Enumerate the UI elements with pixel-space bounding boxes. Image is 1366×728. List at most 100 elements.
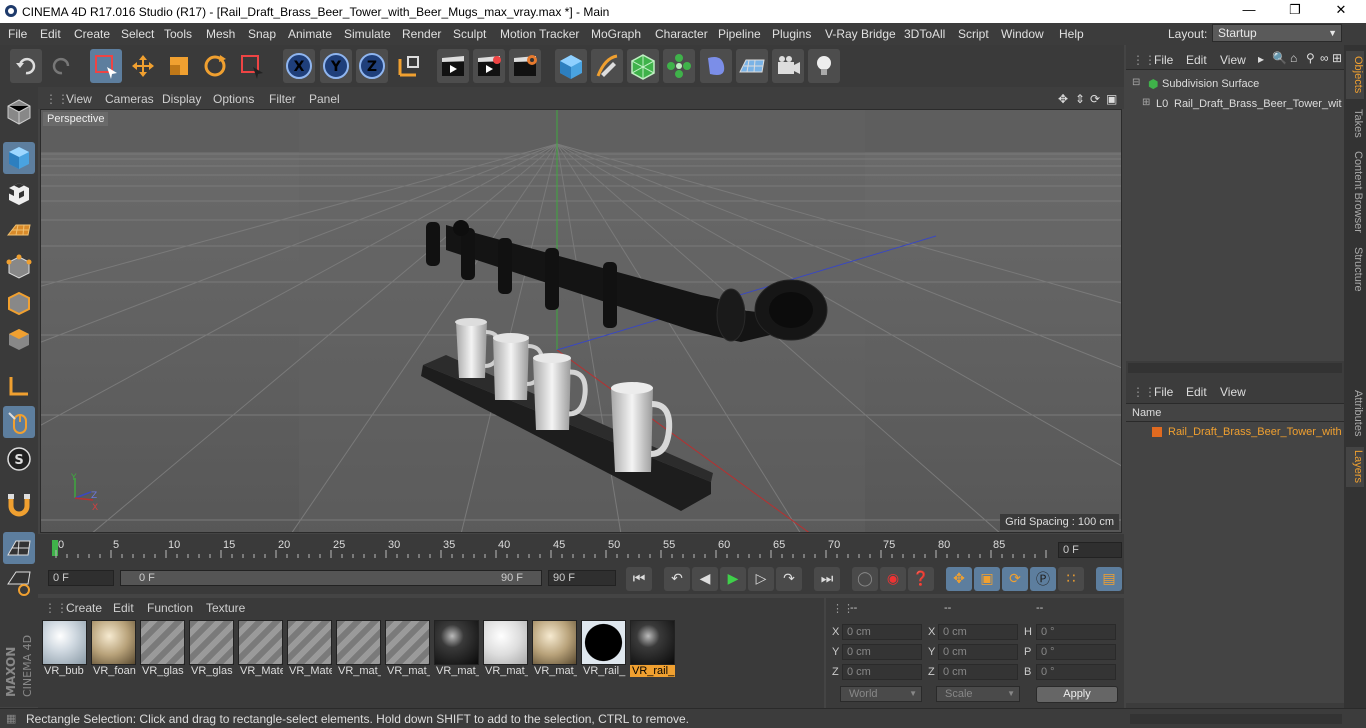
subdivision-surface-button[interactable] [627, 49, 659, 83]
keyframe-selection-button[interactable]: ❓ [908, 567, 934, 591]
timeline-window-button[interactable]: ▤ [1096, 567, 1122, 591]
menu-mesh[interactable]: Mesh [206, 27, 235, 41]
bookmark-icon[interactable]: ⚲ [1306, 51, 1315, 65]
material-swatch[interactable]: VR_mat_ [336, 620, 381, 680]
current-frame-field[interactable]: 0 F [1058, 542, 1122, 558]
menu-render[interactable]: Render [402, 27, 441, 41]
key-parameter-button[interactable]: Ⓟ [1030, 567, 1056, 591]
tab-layers[interactable]: Layers [1346, 447, 1364, 487]
position-y-field[interactable]: 0 cm [842, 644, 922, 660]
material-swatch[interactable]: VR_mat_ [434, 620, 479, 680]
scale-tool-button[interactable] [163, 49, 195, 83]
position-z-field[interactable]: 0 cm [842, 664, 922, 680]
material-swatch[interactable]: VR_glas [189, 620, 234, 680]
record-keys-button[interactable]: ◯ [852, 567, 878, 591]
next-frame-button[interactable]: ▷ [748, 567, 774, 591]
material-menu-function[interactable]: Function [147, 601, 193, 615]
menu-snap[interactable]: Snap [248, 27, 276, 41]
material-menu-edit[interactable]: Edit [113, 601, 134, 615]
make-editable-button[interactable] [3, 95, 35, 127]
end-frame-field[interactable]: 90 F [548, 570, 616, 586]
objects-menu-file[interactable]: File [1154, 53, 1173, 67]
material-swatch[interactable]: VR_rail_ [630, 620, 675, 680]
size-z-field[interactable]: 0 cm [938, 664, 1018, 680]
next-key-button[interactable]: ↷ [776, 567, 802, 591]
size-y-field[interactable]: 0 cm [938, 644, 1018, 660]
rotation-h-field[interactable]: 0 ° [1036, 624, 1116, 640]
undo-button[interactable] [10, 49, 42, 83]
axis-mode-button[interactable] [3, 370, 35, 402]
tweak-mode-button[interactable] [3, 406, 35, 438]
rectangle-selection-button[interactable] [90, 49, 122, 83]
perspective-viewport[interactable]: Y Z X Perspective Grid Spacing : 100 cm [40, 109, 1122, 533]
tab-objects[interactable]: Objects [1346, 51, 1364, 99]
menu-select[interactable]: Select [121, 27, 154, 41]
camera-label[interactable]: Perspective [43, 112, 109, 126]
material-swatch[interactable]: VR_rail_ [581, 620, 626, 680]
magnet-button[interactable] [3, 489, 35, 521]
maximize-button[interactable]: ❐ [1286, 2, 1304, 20]
layout-select[interactable]: Startup ▼ [1212, 24, 1342, 42]
viewport-rotate-icon[interactable]: ⟳ [1090, 92, 1100, 106]
texture-mode-button[interactable] [3, 178, 35, 210]
size-x-field[interactable]: 0 cm [938, 624, 1018, 640]
spline-pen-button[interactable] [591, 49, 623, 83]
viewport-menu-cameras[interactable]: Cameras [105, 92, 154, 106]
floor-button[interactable] [736, 49, 768, 83]
menu-pipeline[interactable]: Pipeline [718, 27, 761, 41]
coordinate-system-button[interactable] [393, 49, 425, 83]
viewport-menu-filter[interactable]: Filter [269, 92, 296, 106]
menu-file[interactable]: File [8, 27, 27, 41]
material-menu-texture[interactable]: Texture [206, 601, 245, 615]
rotate-tool-button[interactable] [199, 49, 231, 83]
material-swatch[interactable]: VR_mat_ [532, 620, 577, 680]
viewport-menu-view[interactable]: View [66, 92, 92, 106]
close-button[interactable]: ✕ [1332, 2, 1350, 20]
menu-animate[interactable]: Animate [288, 27, 332, 41]
z-axis-button[interactable]: Z [356, 49, 388, 83]
material-swatch[interactable]: VR_bub [42, 620, 87, 680]
tab-structure[interactable]: Structure [1346, 243, 1364, 295]
material-swatch[interactable]: VR_glas [140, 620, 185, 680]
world-mode-select[interactable]: World ▼ [840, 686, 922, 702]
key-scale-button[interactable]: ▣ [974, 567, 1000, 591]
light-button[interactable] [808, 49, 840, 83]
minimize-button[interactable]: — [1240, 2, 1258, 20]
previous-key-button[interactable]: ↶ [664, 567, 690, 591]
viewport-menu-options[interactable]: Options [213, 92, 254, 106]
menu-window[interactable]: Window [1001, 27, 1044, 41]
points-mode-button[interactable] [3, 251, 35, 283]
menu-plugins[interactable]: Plugins [772, 27, 811, 41]
tree-toggle-icon[interactable]: ⊞ [1142, 97, 1150, 108]
menu-tools[interactable]: Tools [164, 27, 192, 41]
render-view-button[interactable] [437, 49, 469, 83]
objects-more-icon[interactable]: ▸ [1258, 52, 1264, 66]
scale-mode-select[interactable]: Scale ▼ [936, 686, 1020, 702]
render-to-picture-viewer-button[interactable] [473, 49, 505, 83]
timeline-ruler[interactable]: 051015202530354045505560657075808590 0 F [38, 534, 1124, 566]
render-settings-button[interactable] [509, 49, 541, 83]
rotation-b-field[interactable]: 0 ° [1036, 664, 1116, 680]
link-icon[interactable]: ∞ [1320, 51, 1329, 65]
menu-3dtoall[interactable]: 3DToAll [904, 27, 945, 41]
position-x-field[interactable]: 0 cm [842, 624, 922, 640]
material-swatch[interactable]: VR_Mate [238, 620, 283, 680]
material-swatch[interactable]: VR_mat_ [385, 620, 430, 680]
edges-mode-button[interactable] [3, 287, 35, 319]
material-swatch[interactable]: VR_Mate [287, 620, 332, 680]
model-mode-button[interactable] [3, 142, 35, 174]
viewport-move-icon[interactable]: ✥ [1058, 92, 1068, 106]
viewport-maximize-icon[interactable]: ▣ [1106, 92, 1117, 106]
symmetry-button[interactable] [3, 532, 35, 564]
search-icon[interactable]: 🔍 [1272, 51, 1287, 65]
viewport-zoom-icon[interactable]: ⇕ [1075, 92, 1085, 106]
key-pla-button[interactable]: ∷ [1058, 567, 1084, 591]
tab-takes[interactable]: Takes [1346, 105, 1364, 141]
tab-content-browser[interactable]: Content Browser [1346, 147, 1364, 237]
viewport-menu-display[interactable]: Display [162, 92, 201, 106]
object-row-rail[interactable]: ⊞ L0 Rail_Draft_Brass_Beer_Tower_wit [1128, 96, 1342, 114]
objects-scrollbar[interactable] [1128, 363, 1342, 373]
material-swatch[interactable]: VR_foan [91, 620, 136, 680]
polygons-mode-button[interactable] [3, 323, 35, 355]
layers-menu-view[interactable]: View [1220, 385, 1246, 399]
